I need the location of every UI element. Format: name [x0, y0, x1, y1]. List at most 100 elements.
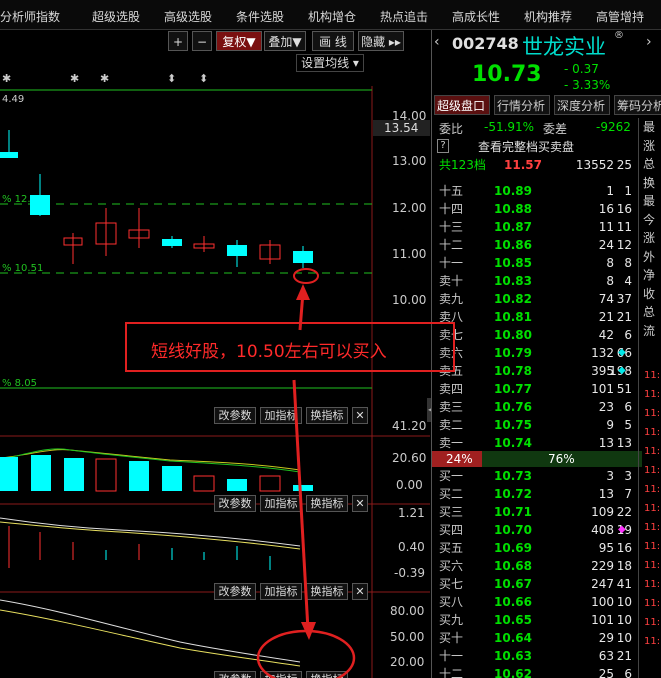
menu-item-institution-recommend[interactable]: 机构推荐: [524, 8, 572, 25]
trade-time: 11:: [644, 541, 661, 552]
candle[interactable]: [227, 245, 247, 256]
switch-indicator-button[interactable]: 换指标: [306, 583, 348, 600]
menu-item-institution-add[interactable]: 机构增仓: [308, 8, 356, 25]
level-count: 22: [616, 505, 632, 519]
next-stock-icon[interactable]: ›: [646, 34, 652, 50]
tab-chip-analysis[interactable]: 筹码分析: [614, 95, 661, 115]
event-marker[interactable]: ⬍: [167, 72, 176, 85]
buy-row[interactable]: 买一 10.73 3 3: [432, 467, 661, 485]
menu-item-exec-increase[interactable]: 高管增持: [596, 8, 644, 25]
menu-item-high-growth[interactable]: 高成长性: [452, 8, 500, 25]
level-price: 10.79: [494, 346, 532, 360]
sell-row[interactable]: 十二 10.86 24 12: [432, 236, 661, 254]
menu-item-hot-chase[interactable]: 热点追击: [380, 8, 428, 25]
buy-row[interactable]: 买二 10.72 13 7: [432, 485, 661, 503]
trade-time: 11:: [644, 560, 661, 571]
level-label: 买七: [439, 577, 464, 591]
sell-row[interactable]: 十一 10.85 8 8: [432, 254, 661, 272]
switch-indicator-button[interactable]: 换指标: [306, 495, 348, 512]
level-price: 10.88: [494, 202, 532, 216]
tab-quote-analysis[interactable]: 行情分析: [494, 95, 550, 115]
buy-row[interactable]: 买四 10.70 408 19 ◆: [432, 521, 661, 539]
sell-row[interactable]: 卖一 10.74 13 13: [432, 434, 661, 452]
prev-stock-icon[interactable]: ‹: [434, 34, 440, 50]
buy-row[interactable]: 十二 10.62 25 6: [432, 665, 661, 678]
buy-row[interactable]: 买七 10.67 247 41: [432, 575, 661, 593]
level-volume: 1: [606, 184, 614, 198]
candle[interactable]: [293, 251, 313, 263]
ma-settings-dropdown[interactable]: 设置均线 ▾: [296, 54, 364, 72]
buy-row[interactable]: 买九 10.65 101 10: [432, 611, 661, 629]
sell-row[interactable]: 卖七 10.80 42 6: [432, 326, 661, 344]
close-panel-button[interactable]: ✕: [352, 495, 368, 512]
menu-item-advanced-pick[interactable]: 高级选股: [164, 8, 212, 25]
hide-button[interactable]: 隐藏 ▸▸: [358, 31, 404, 51]
macd-tick-bottom: -0.39: [394, 566, 425, 580]
level-price: 10.75: [494, 418, 532, 432]
zoom-out-button[interactable]: −: [192, 31, 212, 51]
switch-indicator-button[interactable]: 换指标: [306, 407, 348, 424]
level-count: 8: [624, 256, 632, 270]
event-marker[interactable]: ⬍: [199, 72, 208, 85]
full-book-link[interactable]: 查看完整档买卖盘: [478, 138, 574, 155]
edit-params-button[interactable]: 改参数: [214, 671, 256, 678]
buy-row[interactable]: 买八 10.66 100 10: [432, 593, 661, 611]
zoom-in-button[interactable]: +: [168, 31, 188, 51]
level-volume: 100: [591, 595, 614, 609]
trade-time: 11:: [644, 465, 661, 476]
add-indicator-button[interactable]: 加指标: [260, 583, 302, 600]
total-vol: 13552: [575, 158, 614, 172]
sell-row[interactable]: 卖八 10.81 21 21: [432, 308, 661, 326]
level-label: 十三: [439, 220, 464, 234]
menu-item-super-stock-pick[interactable]: 超级选股: [92, 8, 140, 25]
buy-row[interactable]: 买三 10.71 109 22: [432, 503, 661, 521]
edit-params-button[interactable]: 改参数: [214, 583, 256, 600]
sell-row[interactable]: 卖十 10.83 8 4: [432, 272, 661, 290]
add-indicator-button[interactable]: 加指标: [260, 407, 302, 424]
level-volume: 8: [606, 256, 614, 270]
sell-row[interactable]: 卖二 10.75 9 5: [432, 416, 661, 434]
candle[interactable]: [30, 195, 50, 215]
level-count: 51: [616, 382, 632, 396]
tab-super-book[interactable]: 超级盘口: [434, 95, 490, 115]
event-marker[interactable]: ✱: [70, 72, 79, 85]
buy-row[interactable]: 买五 10.69 95 16: [432, 539, 661, 557]
trade-time: 11:: [644, 579, 661, 590]
buy-row[interactable]: 十一 10.63 63 21: [432, 647, 661, 665]
candle[interactable]: [162, 239, 182, 246]
buy-row[interactable]: 买十 10.64 29 10: [432, 629, 661, 647]
event-marker[interactable]: ✱: [100, 72, 109, 85]
sell-row[interactable]: 卖四 10.77 101 51: [432, 380, 661, 398]
close-panel-button[interactable]: ✕: [352, 407, 368, 424]
sell-row[interactable]: 十五 10.89 1 1: [432, 182, 661, 200]
add-indicator-button[interactable]: 加指标: [260, 671, 302, 678]
menu-item-analyst-index[interactable]: 分析师指数: [0, 8, 60, 25]
kdj-tick-50: 50.00: [390, 630, 424, 644]
sell-row[interactable]: 卖五 10.78 395 198 ◆: [432, 362, 661, 380]
level-label: 买九: [439, 613, 464, 627]
close-panel-button[interactable]: ✕: [352, 583, 368, 600]
draw-line-button[interactable]: 画 线: [312, 31, 354, 51]
sell-row[interactable]: 十三 10.87 11 11: [432, 218, 661, 236]
switch-indicator-button[interactable]: 换指标: [306, 671, 348, 678]
add-indicator-button[interactable]: 加指标: [260, 495, 302, 512]
edit-params-button[interactable]: 改参数: [214, 407, 256, 424]
level-count: 16: [616, 541, 632, 555]
sell-row[interactable]: 十四 10.88 16 16: [432, 200, 661, 218]
level-label: 卖十: [439, 274, 464, 288]
event-marker[interactable]: ✱: [2, 72, 11, 85]
buy-row[interactable]: 买六 10.68 229 18: [432, 557, 661, 575]
level-volume: 247: [591, 577, 614, 591]
tab-deep-analysis[interactable]: 深度分析: [554, 95, 610, 115]
level-price: 10.72: [494, 487, 532, 501]
sell-row[interactable]: 卖三 10.76 23 6: [432, 398, 661, 416]
sell-row[interactable]: 卖六 10.79 132 66 ◆: [432, 344, 661, 362]
fib-label-805: % 8.05: [2, 378, 37, 389]
level-price: 10.77: [494, 382, 532, 396]
sell-row[interactable]: 卖九 10.82 74 37: [432, 290, 661, 308]
overlay-dropdown[interactable]: 叠加▼: [264, 31, 306, 51]
menu-item-condition-pick[interactable]: 条件选股: [236, 8, 284, 25]
edit-params-button[interactable]: 改参数: [214, 495, 256, 512]
help-icon[interactable]: ?: [437, 139, 449, 153]
fuquan-dropdown[interactable]: 复权▼: [216, 31, 262, 51]
